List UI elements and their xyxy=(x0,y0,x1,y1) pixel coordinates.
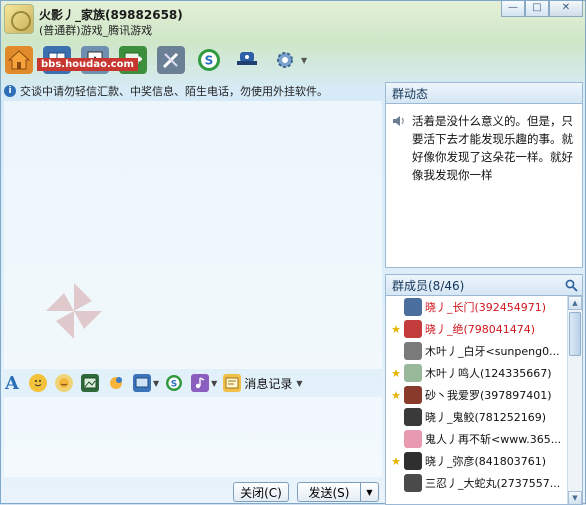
group-title: 火影丿_家族(89882658) xyxy=(39,8,183,22)
member-name: 晓丿_鬼鲛(781252169) xyxy=(425,411,547,424)
group-dynamic-text: 活着是没什么意义的。但是，只要活下去才能发现乐趣的事。就好像你发现了这朵花一样。… xyxy=(412,114,573,182)
member-name: 三忍丿_大蛇丸(2737557... xyxy=(425,477,561,490)
member-name: 砂丶我爱罗(397897401) xyxy=(425,389,552,402)
member-name: 晓丿_绝(798041474) xyxy=(425,323,536,336)
members-scrollbar[interactable]: ▲ ▼ xyxy=(567,296,582,504)
send-button[interactable]: 发送(S) xyxy=(297,482,361,502)
input-toolbar: A ▼ S ▼ 消息记录 ▼ xyxy=(1,371,383,395)
group-avatar[interactable] xyxy=(4,4,34,34)
member-avatar[interactable] xyxy=(404,320,422,338)
message-record-icon xyxy=(223,374,242,392)
admin-star-icon: ★ xyxy=(391,454,401,468)
member-row[interactable]: ★ 晓丿_绝(798041474) xyxy=(386,318,582,340)
member-avatar[interactable] xyxy=(404,408,422,426)
message-record-label: 消息记录 xyxy=(244,376,293,391)
members-list: 晓丿_长门(392454971) ★ 晓丿_绝(798041474) 木叶丿_白牙<s… xyxy=(385,296,583,505)
magic-emoji-icon[interactable] xyxy=(55,374,73,392)
member-avatar[interactable] xyxy=(404,452,422,470)
admin-star-icon: ★ xyxy=(391,366,401,380)
settings-dropdown-arrow[interactable]: ▼ xyxy=(301,56,307,65)
chat-window: 火影丿_家族(89882658) (普通群)游戏_腾讯游戏 — □ ✕ S ▼ … xyxy=(0,0,586,505)
home-icon[interactable] xyxy=(5,46,33,74)
money-icon[interactable]: S xyxy=(195,46,223,74)
scroll-down-arrow[interactable]: ▼ xyxy=(568,491,582,504)
close-window-button[interactable]: ✕ xyxy=(549,1,583,17)
member-row[interactable]: 鬼人丿再不斩<www.365... xyxy=(386,428,582,450)
member-avatar[interactable] xyxy=(404,342,422,360)
member-avatar[interactable] xyxy=(404,364,422,382)
message-record-dropdown-arrow[interactable]: ▼ xyxy=(296,379,302,388)
member-row[interactable]: 三忍丿_大蛇丸(2737557... xyxy=(386,472,582,494)
bottom-bar: 关闭(C) 发送(S) ▼ xyxy=(1,479,385,505)
screenshot-dropdown-arrow[interactable]: ▼ xyxy=(153,379,159,388)
title-bar: 火影丿_家族(89882658) (普通群)游戏_腾讯游戏 — □ ✕ xyxy=(1,1,586,41)
members-count-label: 群成员(8/46) xyxy=(392,279,465,293)
member-name: 木叶丿_白牙<sunpeng0... xyxy=(425,345,560,358)
admin-star-icon: ★ xyxy=(391,322,401,336)
member-avatar[interactable] xyxy=(404,430,422,448)
money-small-icon[interactable]: S xyxy=(165,374,183,392)
group-subtitle: (普通群)游戏_腾讯游戏 xyxy=(39,24,153,37)
member-row[interactable]: 晓丿_鬼鲛(781252169) xyxy=(386,406,582,428)
group-dynamic-content: 活着是没什么意义的。但是，只要活下去才能发现乐趣的事。就好像你发现了这朵花一样。… xyxy=(385,104,583,268)
security-notice: i 交谈中请勿轻信汇款、中奖信息、陌生电话，勿使用外挂软件。 xyxy=(4,82,382,100)
member-name: 鬼人丿再不斩<www.365... xyxy=(425,433,562,446)
member-row[interactable]: ★ 木叶丿鸣人(124335667) xyxy=(386,362,582,384)
member-row[interactable]: 晓丿_长门(392454971) xyxy=(386,296,582,318)
scroll-up-arrow[interactable]: ▲ xyxy=(568,296,582,310)
member-name: 晓丿_弥彦(841803761) xyxy=(425,455,547,468)
window-controls: — □ ✕ xyxy=(501,1,583,17)
group-members-panel: 群成员(8/46) 晓丿_长门(392454971) ★ 晓丿_绝(79804147… xyxy=(385,274,583,505)
member-avatar[interactable] xyxy=(404,474,422,492)
members-header: 群成员(8/46) xyxy=(385,274,583,296)
member-row[interactable]: 木叶丿_白牙<sunpeng0... xyxy=(386,340,582,362)
admin-star-icon: ★ xyxy=(391,388,401,402)
member-name: 晓丿_长门(392454971) xyxy=(425,301,547,314)
font-icon[interactable]: A xyxy=(3,373,21,394)
member-row[interactable]: ★ 晓丿_弥彦(841803761) xyxy=(386,450,582,472)
member-name: 木叶丿鸣人(124335667) xyxy=(425,367,552,380)
music-dropdown-arrow[interactable]: ▼ xyxy=(211,379,217,388)
svg-text:S: S xyxy=(171,380,177,390)
info-icon: i xyxy=(4,85,16,97)
shake-icon[interactable] xyxy=(107,374,125,392)
screenshot-icon[interactable] xyxy=(133,374,151,392)
pinwheel-decoration xyxy=(46,283,102,339)
music-icon[interactable] xyxy=(191,374,210,392)
group-dynamic-header: 群动态 xyxy=(385,82,583,104)
message-record-button[interactable]: 消息记录 ▼ xyxy=(223,374,308,392)
side-panel: 群动态 活着是没什么意义的。但是，只要活下去才能发现乐趣的事。就好像你发现了这朵… xyxy=(385,82,583,505)
member-avatar[interactable] xyxy=(404,386,422,404)
search-icon[interactable] xyxy=(565,279,578,292)
image-icon[interactable] xyxy=(81,374,99,392)
message-input[interactable] xyxy=(4,397,382,477)
watermark: bbs.houdao.com xyxy=(37,58,138,71)
maximize-button[interactable]: □ xyxy=(525,1,549,17)
group-dynamic-panel: 群动态 活着是没什么意义的。但是，只要活下去才能发现乐趣的事。就好像你发现了这朵… xyxy=(385,82,583,268)
minimize-button[interactable]: — xyxy=(501,1,525,17)
member-row[interactable]: ★ 砂丶我爱罗(397897401) xyxy=(386,384,582,406)
notice-text: 交谈中请勿轻信汇款、中奖信息、陌生电话，勿使用外挂软件。 xyxy=(20,85,328,98)
speaker-icon xyxy=(393,116,404,126)
send-options-dropdown[interactable]: ▼ xyxy=(361,482,379,502)
svg-text:S: S xyxy=(205,54,214,68)
hat-icon[interactable] xyxy=(233,46,261,74)
scroll-thumb[interactable] xyxy=(569,312,581,356)
close-button[interactable]: 关闭(C) xyxy=(233,482,289,502)
settings-icon[interactable] xyxy=(271,46,299,74)
message-history-area[interactable] xyxy=(4,101,382,369)
tools-icon[interactable] xyxy=(157,46,185,74)
emoji-icon[interactable] xyxy=(29,374,47,392)
member-avatar[interactable] xyxy=(404,298,422,316)
